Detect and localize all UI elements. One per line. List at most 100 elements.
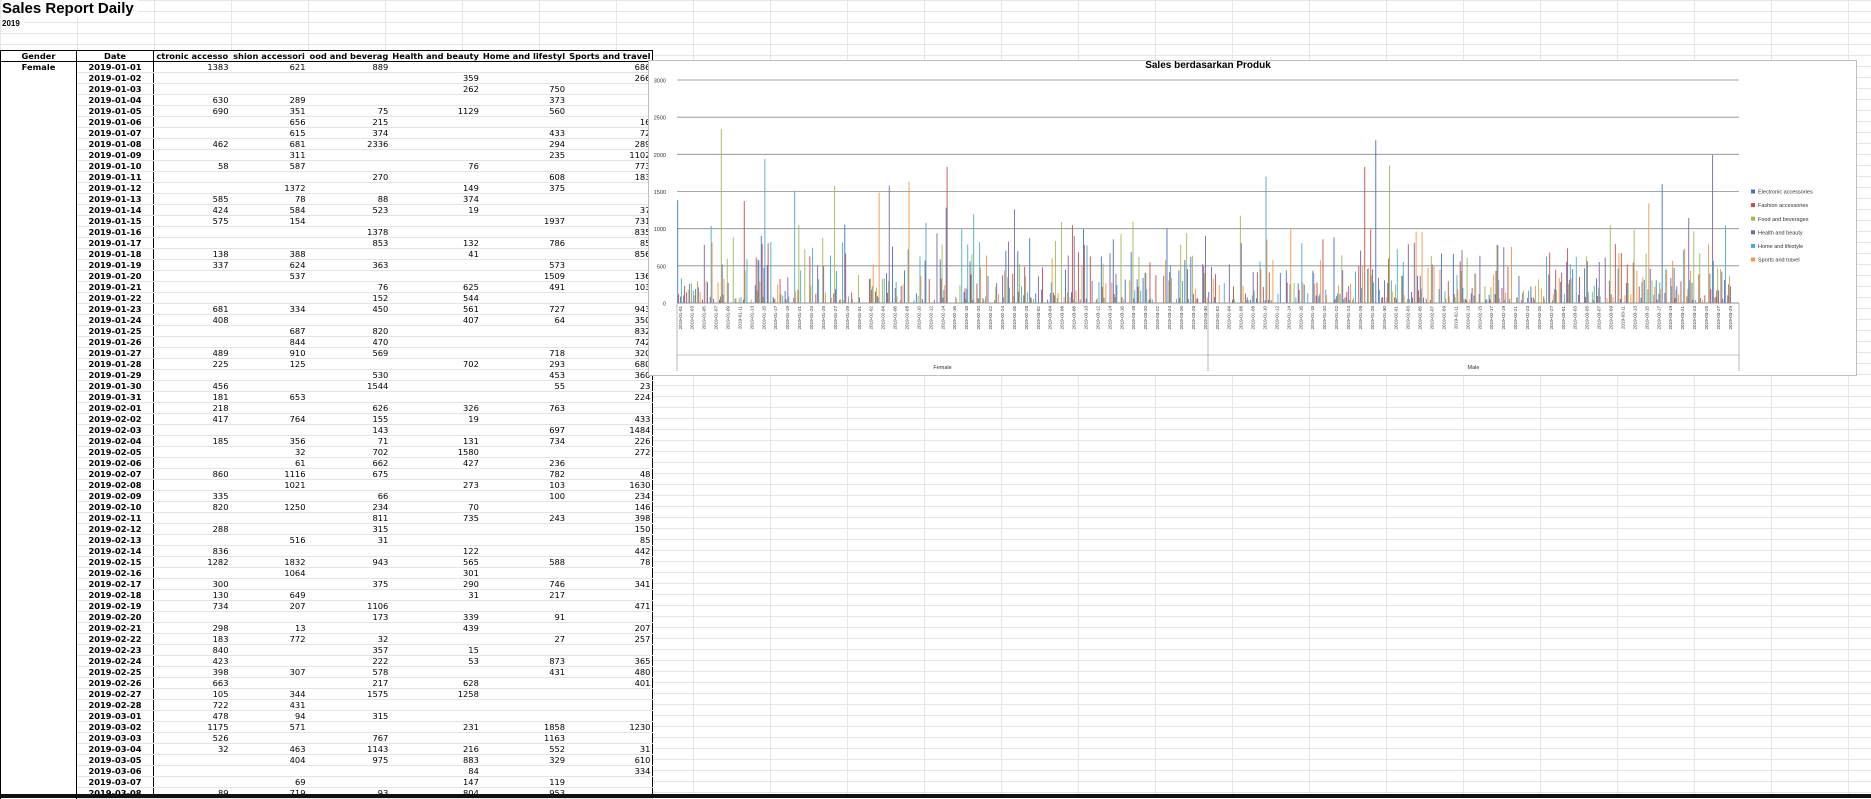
date-cell[interactable]: 2019-01-17 xyxy=(76,237,154,249)
date-cell[interactable]: 2019-01-22 xyxy=(76,292,154,304)
value-cell[interactable]: 71 xyxy=(307,435,391,447)
value-cell[interactable] xyxy=(390,347,481,359)
gender-cell[interactable] xyxy=(0,578,77,590)
gender-cell[interactable] xyxy=(0,468,77,480)
value-cell[interactable] xyxy=(390,523,481,535)
value-cell[interactable]: 587 xyxy=(230,160,308,172)
value-cell[interactable]: 70 xyxy=(390,501,481,513)
gender-cell[interactable] xyxy=(0,479,77,491)
value-cell[interactable]: 681 xyxy=(230,138,308,150)
date-cell[interactable]: 2019-02-02 xyxy=(76,413,154,425)
value-cell[interactable]: 94 xyxy=(230,710,308,722)
value-cell[interactable] xyxy=(567,259,654,271)
value-cell[interactable] xyxy=(480,446,568,458)
value-cell[interactable]: 76 xyxy=(307,281,391,293)
value-cell[interactable]: 375 xyxy=(307,578,391,590)
value-cell[interactable]: 943 xyxy=(307,556,391,568)
value-cell[interactable]: 746 xyxy=(480,578,568,590)
value-cell[interactable] xyxy=(567,776,654,788)
value-cell[interactable]: 544 xyxy=(390,292,481,304)
value-cell[interactable] xyxy=(480,545,568,557)
value-cell[interactable] xyxy=(307,94,391,106)
date-cell[interactable]: 2019-03-02 xyxy=(76,721,154,733)
date-cell[interactable]: 2019-01-04 xyxy=(76,94,154,106)
value-cell[interactable]: 150 xyxy=(567,523,654,535)
value-cell[interactable]: 363 xyxy=(307,259,391,271)
value-cell[interactable]: 649 xyxy=(230,589,308,601)
value-cell[interactable] xyxy=(230,545,308,557)
date-cell[interactable]: 2019-01-06 xyxy=(76,116,154,128)
value-cell[interactable]: 1175 xyxy=(153,721,231,733)
value-cell[interactable] xyxy=(153,479,231,491)
value-cell[interactable]: 610 xyxy=(567,754,654,766)
date-cell[interactable]: 2019-01-29 xyxy=(76,369,154,381)
value-cell[interactable] xyxy=(153,457,231,469)
value-cell[interactable]: 350 xyxy=(567,314,654,326)
value-cell[interactable] xyxy=(480,523,568,535)
gender-cell[interactable] xyxy=(0,116,77,128)
value-cell[interactable]: 301 xyxy=(390,567,481,579)
value-cell[interactable]: 32 xyxy=(153,743,231,755)
date-cell[interactable]: 2019-02-28 xyxy=(76,699,154,711)
value-cell[interactable]: 183 xyxy=(567,171,654,183)
value-cell[interactable]: 2336 xyxy=(307,138,391,150)
value-cell[interactable] xyxy=(153,754,231,766)
value-cell[interactable] xyxy=(480,501,568,513)
value-cell[interactable]: 1832 xyxy=(230,556,308,568)
value-cell[interactable] xyxy=(230,611,308,623)
value-cell[interactable]: 516 xyxy=(230,534,308,546)
value-cell[interactable]: 217 xyxy=(307,677,391,689)
value-cell[interactable] xyxy=(390,270,481,282)
chart-area[interactable]: Sales berdasarkan Produk 0 500 1000 1500 2000… xyxy=(648,60,1857,376)
value-cell[interactable]: 78 xyxy=(567,556,654,568)
value-cell[interactable] xyxy=(153,567,231,579)
value-cell[interactable] xyxy=(307,391,391,403)
value-cell[interactable] xyxy=(307,622,391,634)
value-cell[interactable]: 294 xyxy=(480,138,568,150)
date-cell[interactable]: 2019-01-24 xyxy=(76,314,154,326)
value-cell[interactable]: 273 xyxy=(390,479,481,491)
date-cell[interactable]: 2019-02-22 xyxy=(76,633,154,645)
value-cell[interactable]: 231 xyxy=(390,721,481,733)
value-cell[interactable]: 471 xyxy=(567,600,654,612)
value-cell[interactable]: 697 xyxy=(480,424,568,436)
gender-cell[interactable] xyxy=(0,776,77,788)
value-cell[interactable]: 702 xyxy=(307,446,391,458)
value-cell[interactable]: 1282 xyxy=(153,556,231,568)
gender-cell[interactable] xyxy=(0,732,77,744)
value-cell[interactable]: 224 xyxy=(567,391,654,403)
value-cell[interactable]: 341 xyxy=(567,578,654,590)
value-cell[interactable]: 565 xyxy=(390,556,481,568)
value-cell[interactable] xyxy=(307,149,391,161)
gender-cell[interactable] xyxy=(0,325,77,337)
value-cell[interactable]: 132 xyxy=(390,237,481,249)
value-cell[interactable]: 588 xyxy=(480,556,568,568)
value-cell[interactable]: 408 xyxy=(153,314,231,326)
value-cell[interactable]: 811 xyxy=(307,512,391,524)
date-cell[interactable]: 2019-01-31 xyxy=(76,391,154,403)
value-cell[interactable]: 873 xyxy=(480,655,568,667)
gender-cell[interactable] xyxy=(0,413,77,425)
value-cell[interactable]: 320 xyxy=(567,347,654,359)
value-cell[interactable]: 569 xyxy=(307,347,391,359)
value-cell[interactable]: 300 xyxy=(153,578,231,590)
value-cell[interactable] xyxy=(567,567,654,579)
date-cell[interactable]: 2019-01-05 xyxy=(76,105,154,117)
value-cell[interactable]: 615 xyxy=(230,127,308,139)
value-cell[interactable] xyxy=(567,457,654,469)
value-cell[interactable] xyxy=(480,325,568,337)
value-cell[interactable] xyxy=(230,402,308,414)
value-cell[interactable] xyxy=(390,468,481,480)
value-cell[interactable] xyxy=(390,633,481,645)
value-cell[interactable] xyxy=(307,160,391,172)
value-cell[interactable] xyxy=(153,776,231,788)
gender-cell[interactable] xyxy=(0,501,77,513)
value-cell[interactable]: 257 xyxy=(567,633,654,645)
gender-cell[interactable] xyxy=(0,248,77,260)
date-cell[interactable]: 2019-03-07 xyxy=(76,776,154,788)
gender-cell[interactable] xyxy=(0,611,77,623)
value-cell[interactable]: 626 xyxy=(307,402,391,414)
gender-cell[interactable] xyxy=(0,336,77,348)
value-cell[interactable]: 53 xyxy=(390,655,481,667)
value-cell[interactable] xyxy=(390,215,481,227)
